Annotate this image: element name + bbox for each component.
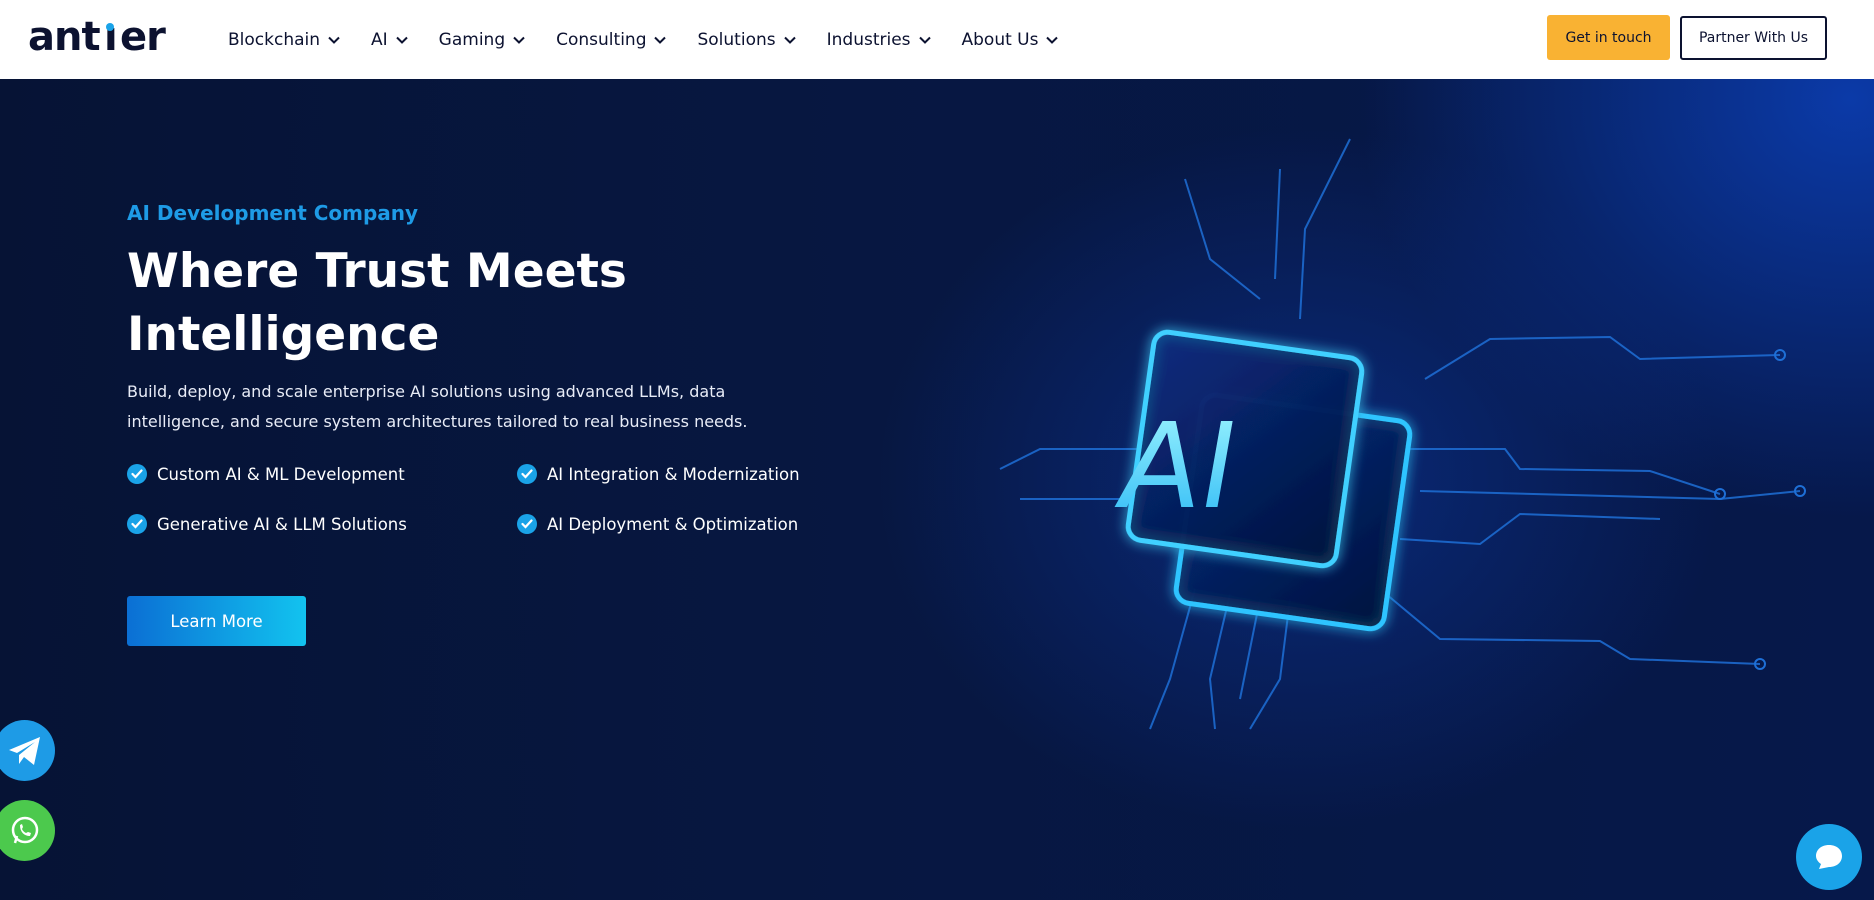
feature-label: AI Integration & Modernization xyxy=(547,464,800,484)
main-menu: Blockchain AI Gaming Consulting Solution… xyxy=(228,0,1089,79)
learn-more-button[interactable]: Learn More xyxy=(127,596,306,646)
chevron-down-icon xyxy=(328,36,340,44)
menu-item-blockchain[interactable]: Blockchain xyxy=(228,30,340,50)
chat-bubble-icon xyxy=(1816,845,1842,869)
check-circle-icon xyxy=(127,464,147,484)
antier-logo[interactable]: ant ı er xyxy=(28,18,180,58)
feature-label: Generative AI & LLM Solutions xyxy=(157,514,407,534)
chevron-down-icon xyxy=(918,36,931,44)
menu-item-industries[interactable]: Industries xyxy=(827,30,931,50)
whatsapp-icon xyxy=(11,816,38,843)
ai-chip-label: AI xyxy=(1109,399,1249,536)
feature-label: Custom AI & ML Development xyxy=(157,464,405,484)
chat-button[interactable] xyxy=(1796,824,1862,890)
feature-item: Generative AI & LLM Solutions xyxy=(127,514,407,534)
menu-item-label: AI xyxy=(371,29,388,50)
telegram-icon xyxy=(8,736,40,765)
check-circle-icon xyxy=(517,514,537,534)
menu-item-ai[interactable]: AI xyxy=(371,30,408,50)
partner-with-us-button[interactable]: Partner With Us xyxy=(1680,16,1827,60)
hero-eyebrow: AI Development Company xyxy=(127,201,419,225)
check-circle-icon xyxy=(127,514,147,534)
hero-section: AI Development Company Where Trust Meets… xyxy=(0,79,1874,900)
chevron-down-icon xyxy=(513,36,525,44)
chevron-down-icon xyxy=(654,36,667,44)
menu-item-label: Gaming xyxy=(438,29,506,50)
feature-item: AI Deployment & Optimization xyxy=(517,514,798,534)
hero-title: Where Trust Meets Intelligence xyxy=(127,244,627,362)
menu-item-label: Industries xyxy=(826,29,911,50)
feature-item: Custom AI & ML Development xyxy=(127,464,405,484)
menu-item-about-us[interactable]: About Us xyxy=(962,30,1059,50)
site-header: ant ı er Blockchain AI Gaming Consulting… xyxy=(0,0,1874,79)
ai-chip-illustration: AI xyxy=(999,138,1806,730)
hero-description: Build, deploy, and scale enterprise AI s… xyxy=(127,382,748,431)
antier-logo-mark: ant ı er xyxy=(28,18,167,58)
chevron-down-icon xyxy=(1046,36,1059,44)
menu-item-label: Consulting xyxy=(556,29,647,50)
menu-item-consulting[interactable]: Consulting xyxy=(556,29,667,50)
check-circle-icon xyxy=(517,464,537,484)
menu-item-label: Solutions xyxy=(697,29,776,50)
get-in-touch-button[interactable]: Get in touch xyxy=(1547,15,1670,60)
feature-label: AI Deployment & Optimization xyxy=(547,514,799,534)
feature-item: AI Integration & Modernization xyxy=(517,464,800,484)
chevron-down-icon xyxy=(395,36,408,44)
chevron-down-icon xyxy=(783,36,796,44)
svg-text:ant: ant xyxy=(28,18,100,58)
svg-text:er: er xyxy=(120,18,166,58)
menu-item-solutions[interactable]: Solutions xyxy=(697,29,796,50)
menu-item-label: About Us xyxy=(961,29,1039,50)
menu-item-gaming[interactable]: Gaming xyxy=(439,30,525,50)
menu-item-label: Blockchain xyxy=(228,29,321,50)
